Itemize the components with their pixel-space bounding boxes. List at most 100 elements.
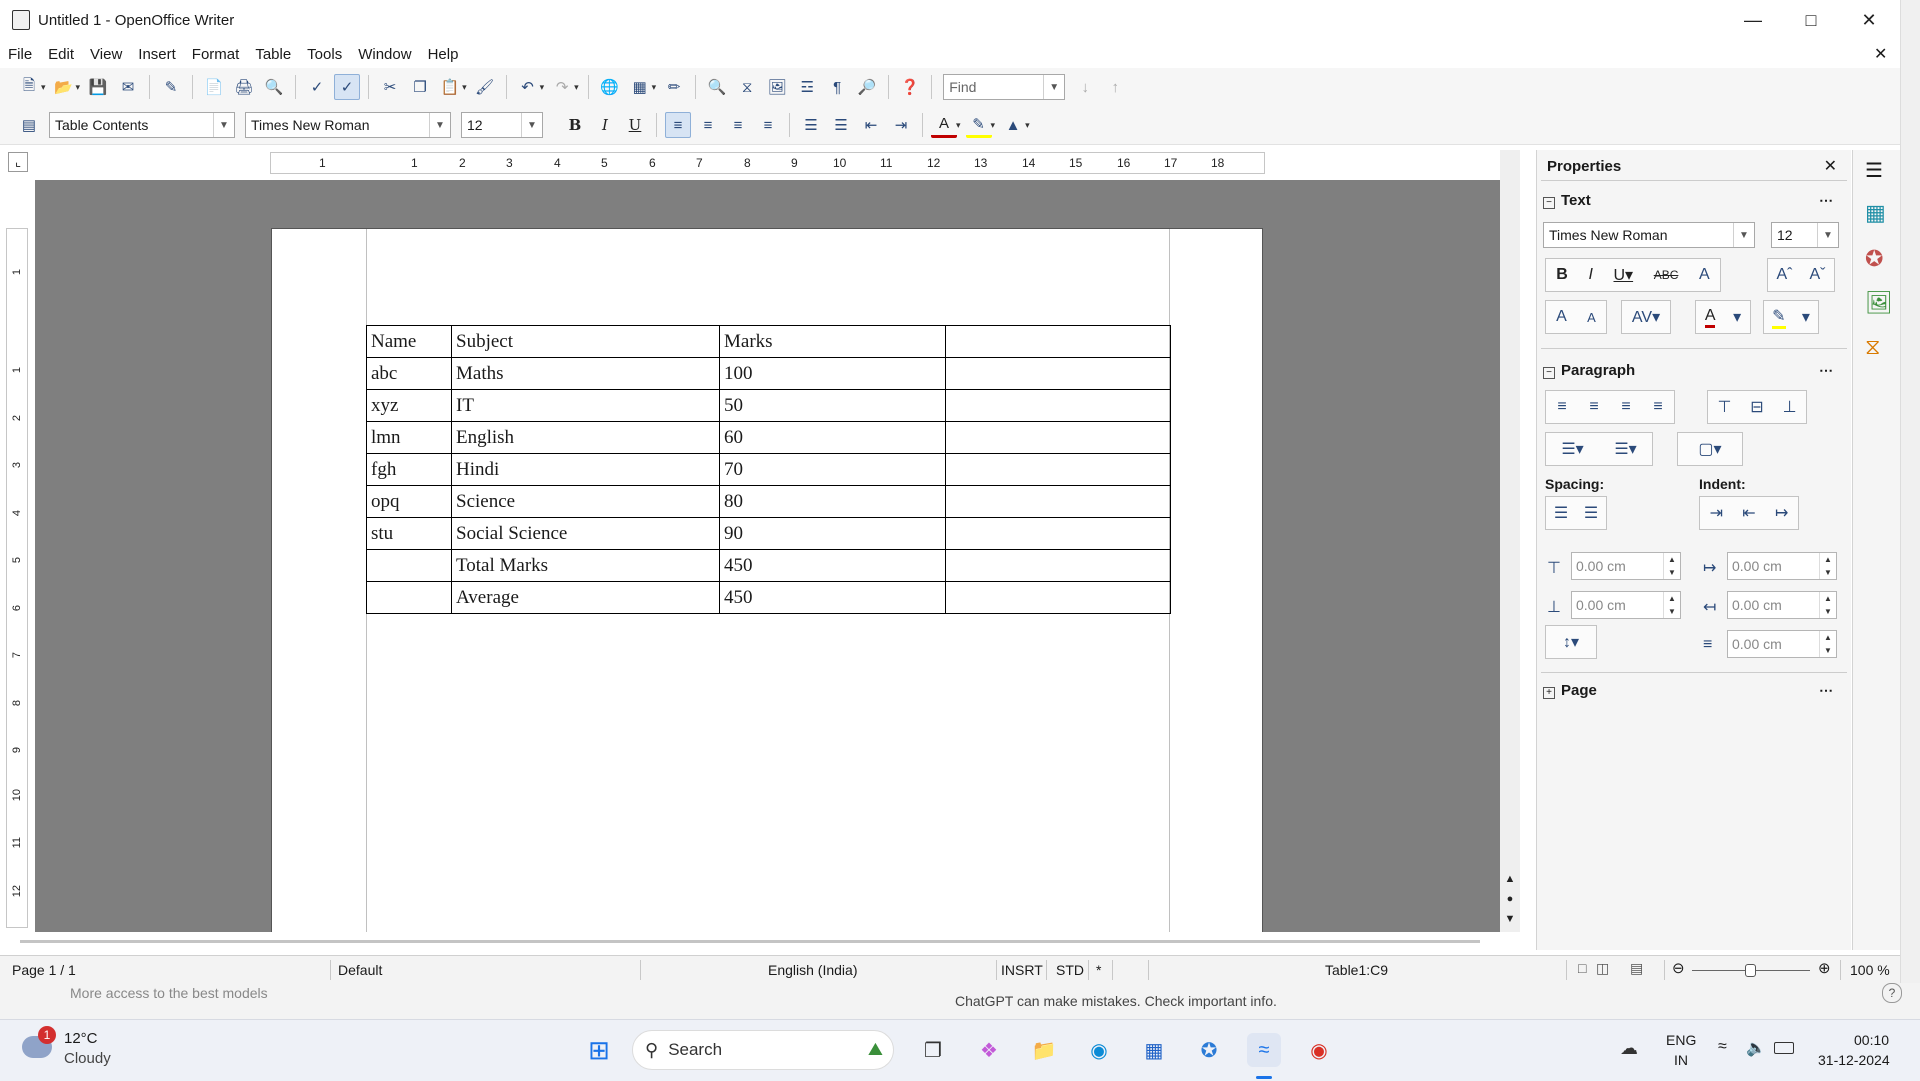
collapse-icon[interactable]: − bbox=[1543, 197, 1555, 209]
table-cell[interactable] bbox=[945, 421, 1171, 454]
table-cell[interactable]: 450 bbox=[719, 581, 946, 614]
align-center-icon[interactable]: ≡ bbox=[695, 112, 721, 138]
table-cell[interactable]: 60 bbox=[719, 421, 946, 454]
table-cell[interactable]: 80 bbox=[719, 485, 946, 518]
save-icon[interactable]: 💾 bbox=[85, 74, 111, 100]
vertical-ruler[interactable]: 1 1 2 3 4 5 6 7 8 9 10 11 12 bbox=[6, 228, 28, 928]
close-window-button[interactable]: ✕ bbox=[1840, 0, 1898, 40]
undo-icon[interactable]: ↶ bbox=[515, 74, 541, 100]
close-sidebar-icon[interactable]: ✕ bbox=[1824, 156, 1837, 176]
align-right-icon[interactable]: ≡ bbox=[725, 112, 751, 138]
menu-help[interactable]: Help bbox=[420, 46, 467, 63]
table-cell[interactable]: Subject bbox=[451, 325, 720, 358]
find-input[interactable]: Find ▼ bbox=[943, 74, 1066, 100]
align-right-icon[interactable]: ≡ bbox=[1621, 398, 1630, 416]
autospellcheck-icon[interactable]: ✓ bbox=[334, 74, 361, 100]
table-cell[interactable] bbox=[366, 549, 452, 582]
menu-format[interactable]: Format bbox=[184, 46, 248, 63]
page-indicator[interactable]: Page 1 / 1 bbox=[12, 962, 76, 978]
draw-icon[interactable]: ✏ bbox=[661, 74, 687, 100]
horizontal-scrollbar[interactable] bbox=[20, 940, 1480, 943]
superscript-icon[interactable]: Aˆ bbox=[1777, 266, 1793, 284]
battery-icon[interactable] bbox=[1774, 1042, 1794, 1054]
underline-icon[interactable]: U▾ bbox=[1614, 265, 1634, 285]
menu-window[interactable]: Window bbox=[350, 46, 419, 63]
underline-icon[interactable]: U bbox=[622, 112, 648, 138]
table-cell[interactable]: 50 bbox=[719, 389, 946, 422]
weather-temperature[interactable]: 12°C bbox=[64, 1030, 98, 1047]
shrink-font-icon[interactable]: A bbox=[1587, 310, 1596, 325]
zoom-level[interactable]: 100 % bbox=[1850, 962, 1890, 978]
chevron-down-icon[interactable]: ▼ bbox=[1817, 223, 1838, 247]
marks-table[interactable]: Name Subject Marks abc Maths 100 xyz IT 50 lmn En… bbox=[366, 325, 1171, 614]
table-cell[interactable]: Maths bbox=[451, 357, 720, 390]
styles-tab-icon[interactable]: ✪ bbox=[1865, 246, 1883, 272]
chrome-browser-icon[interactable]: ◉ bbox=[1302, 1033, 1336, 1067]
table-cell[interactable] bbox=[945, 517, 1171, 550]
table-cell[interactable]: stu bbox=[366, 517, 452, 550]
sidebar-menu-icon[interactable]: ☰ bbox=[1865, 158, 1883, 183]
table-cell[interactable]: Marks bbox=[719, 325, 946, 358]
table-cell[interactable] bbox=[945, 389, 1171, 422]
sidebar-font-select[interactable]: Times New Roman ▼ bbox=[1543, 222, 1755, 248]
chat-upgrade-text[interactable]: More access to the best models bbox=[70, 985, 268, 1001]
font-color-button[interactable]: A ▾ bbox=[1695, 300, 1751, 334]
table-cell[interactable]: 90 bbox=[719, 517, 946, 550]
table-cell[interactable]: Hindi bbox=[451, 453, 720, 486]
italic-icon[interactable]: I bbox=[592, 112, 618, 138]
spinner-icon[interactable]: ▲ ▼ bbox=[1663, 553, 1680, 579]
indent-before-input[interactable]: 0.00 cm ▲ ▼ bbox=[1727, 552, 1837, 580]
next-page-icon[interactable]: ▼ bbox=[1500, 910, 1520, 928]
justify-icon[interactable]: ≡ bbox=[1653, 398, 1662, 416]
menu-tools[interactable]: Tools bbox=[299, 46, 350, 63]
vertical-scrollbar[interactable]: ▲ ● ▼ bbox=[1500, 150, 1520, 932]
spinner-icon[interactable]: ▲ ▼ bbox=[1819, 553, 1836, 579]
gallery-tab-icon[interactable]: 🖼 bbox=[1865, 290, 1893, 316]
edit-file-icon[interactable]: ✎ bbox=[158, 74, 184, 100]
paste-icon[interactable]: 📋 bbox=[437, 74, 463, 100]
weather-description[interactable]: Cloudy bbox=[64, 1050, 111, 1067]
find-previous-icon[interactable]: ↑ bbox=[1102, 74, 1128, 100]
highlight-icon[interactable]: ✎ bbox=[965, 112, 992, 138]
table-cell[interactable]: lmn bbox=[366, 421, 452, 454]
onedrive-cloud-icon[interactable]: ☁ bbox=[1620, 1038, 1638, 1059]
numbering-icon[interactable]: ☰ bbox=[798, 112, 824, 138]
increase-indent-icon[interactable]: ⇥ bbox=[1710, 503, 1723, 523]
indent-after-input[interactable]: 0.00 cm ▲ ▼ bbox=[1727, 591, 1837, 619]
task-view-icon[interactable]: ❐ bbox=[916, 1033, 950, 1067]
decrease-spacing-icon[interactable]: ☰ bbox=[1584, 503, 1598, 523]
cut-icon[interactable]: ✂ bbox=[377, 74, 403, 100]
export-pdf-icon[interactable]: 📄 bbox=[201, 74, 227, 100]
book-view-icon[interactable]: ▤ bbox=[1630, 960, 1643, 977]
selection-mode-indicator[interactable]: STD bbox=[1056, 962, 1084, 978]
background-color-icon[interactable]: ▲ bbox=[1000, 112, 1026, 138]
table-cell[interactable] bbox=[945, 581, 1171, 614]
table-cell[interactable] bbox=[945, 325, 1171, 358]
close-document-icon[interactable]: ✕ bbox=[1874, 44, 1887, 64]
strikethrough-icon[interactable]: ABC bbox=[1654, 268, 1679, 282]
find-replace-icon[interactable]: 🔍 bbox=[704, 74, 730, 100]
data-sources-icon[interactable]: ☲ bbox=[794, 74, 820, 100]
writer-taskbar-icon[interactable]: ≈ bbox=[1247, 1033, 1281, 1067]
chevron-down-icon[interactable]: ▼ bbox=[429, 113, 450, 137]
table-cell[interactable]: 450 bbox=[719, 549, 946, 582]
grow-font-icon[interactable]: A bbox=[1556, 308, 1567, 326]
table-cell[interactable] bbox=[366, 581, 452, 614]
wifi-icon[interactable]: ≈ bbox=[1718, 1038, 1727, 1056]
openoffice-taskbar-icon[interactable]: ✪ bbox=[1192, 1033, 1226, 1067]
table-cell[interactable]: Science bbox=[451, 485, 720, 518]
multi-page-view-icon[interactable]: ◫ bbox=[1596, 960, 1609, 977]
help-icon[interactable]: ❓ bbox=[897, 74, 923, 100]
language-indicator[interactable]: English (India) bbox=[768, 962, 858, 978]
table-cell[interactable]: Average bbox=[451, 581, 720, 614]
table-cell[interactable]: opq bbox=[366, 485, 452, 518]
increase-indent-icon[interactable]: ⇥ bbox=[888, 112, 914, 138]
table-cell[interactable]: fgh bbox=[366, 453, 452, 486]
zoom-icon[interactable]: 🔎 bbox=[854, 74, 880, 100]
sidebar-size-select[interactable]: 12 ▼ bbox=[1771, 222, 1839, 248]
edge-browser-icon[interactable]: ◉ bbox=[1082, 1033, 1116, 1067]
font-name-select[interactable]: Times New Roman ▼ bbox=[245, 112, 451, 138]
font-size-select[interactable]: 12 ▼ bbox=[461, 112, 543, 138]
hyperlink-icon[interactable]: 🌐 bbox=[597, 74, 623, 100]
zoom-out-icon[interactable]: ⊖ bbox=[1672, 959, 1685, 977]
